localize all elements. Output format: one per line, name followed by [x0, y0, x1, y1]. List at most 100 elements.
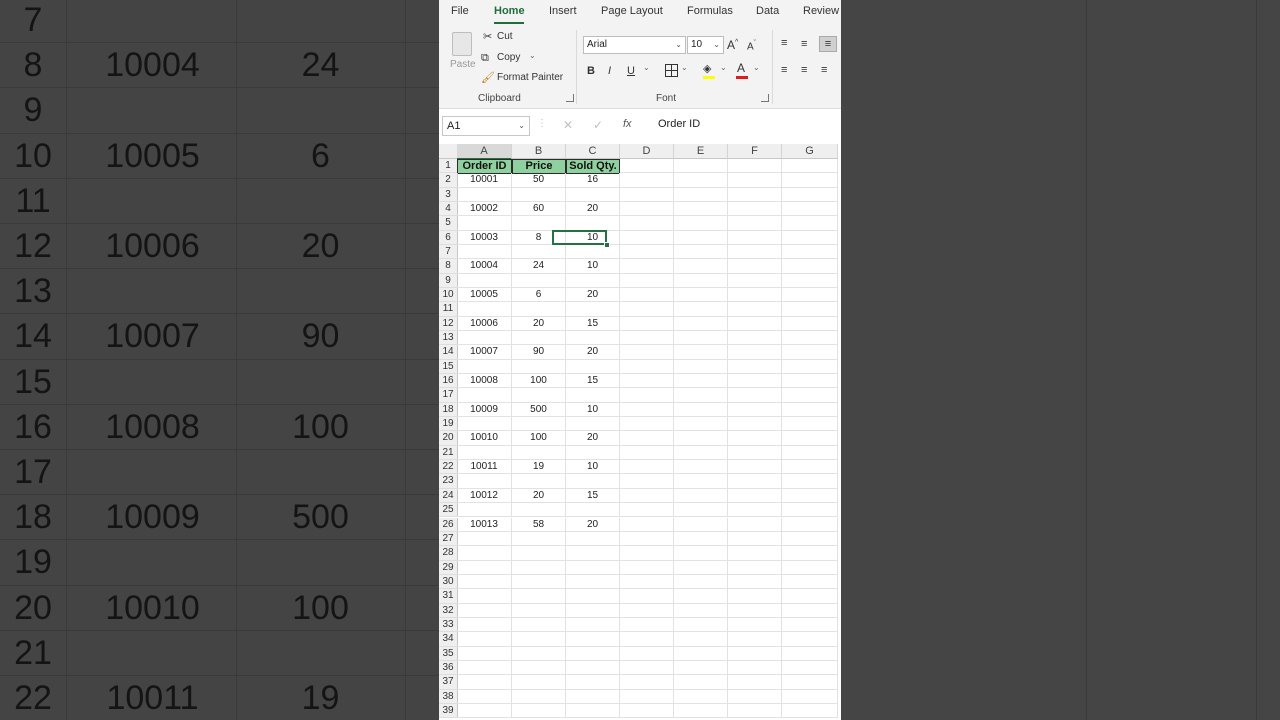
cell[interactable]: [566, 331, 620, 346]
cell[interactable]: 10: [566, 259, 620, 274]
align-bottom-icon[interactable]: ≡: [819, 36, 837, 52]
cell[interactable]: [620, 560, 674, 575]
font-size-select[interactable]: 10 ⌄: [687, 36, 724, 54]
cell[interactable]: [782, 660, 838, 676]
font-name-select[interactable]: Arial ⌄: [583, 36, 686, 54]
cell[interactable]: [512, 531, 566, 547]
cell[interactable]: [566, 589, 620, 604]
cell[interactable]: 90: [512, 345, 566, 360]
cell[interactable]: [457, 632, 512, 647]
cell[interactable]: [566, 187, 620, 202]
clipboard-launcher-icon[interactable]: [566, 94, 574, 102]
cell[interactable]: [728, 216, 782, 231]
copy-dropdown-icon[interactable]: ⌄: [529, 51, 536, 60]
cell[interactable]: [566, 703, 620, 719]
cell[interactable]: [728, 460, 782, 475]
cell[interactable]: 10012: [457, 488, 512, 504]
cell[interactable]: 20: [566, 431, 620, 446]
cell[interactable]: [566, 660, 620, 676]
cell[interactable]: [674, 159, 728, 174]
underline-dropdown-icon[interactable]: ⌄: [643, 63, 650, 72]
cell[interactable]: [782, 288, 838, 303]
cell[interactable]: [620, 173, 674, 188]
row-header[interactable]: 28: [439, 546, 458, 561]
cell[interactable]: [674, 574, 728, 590]
font-color-dropdown-icon[interactable]: ⌄: [753, 63, 760, 72]
cell[interactable]: [782, 675, 838, 690]
cell[interactable]: [782, 259, 838, 274]
cell[interactable]: [512, 187, 566, 202]
cell[interactable]: [728, 388, 782, 403]
cell[interactable]: 10013: [457, 517, 512, 532]
row-header[interactable]: 5: [439, 216, 458, 231]
cell[interactable]: 10: [566, 402, 620, 418]
cell[interactable]: [457, 503, 512, 518]
cell[interactable]: 10006: [457, 316, 512, 332]
borders-dropdown-icon[interactable]: ⌄: [681, 63, 688, 72]
cell[interactable]: [457, 660, 512, 676]
row-header[interactable]: 24: [439, 488, 458, 504]
cell[interactable]: [620, 345, 674, 360]
cell[interactable]: [782, 531, 838, 547]
cell[interactable]: [620, 302, 674, 317]
cell[interactable]: [457, 245, 512, 260]
cell[interactable]: [620, 187, 674, 202]
cell[interactable]: [457, 273, 512, 289]
cell[interactable]: [674, 646, 728, 661]
cell[interactable]: [620, 689, 674, 704]
cell[interactable]: [457, 603, 512, 618]
cell[interactable]: [620, 675, 674, 690]
row-header[interactable]: 1: [439, 159, 458, 174]
cell[interactable]: [782, 187, 838, 202]
cell[interactable]: [566, 603, 620, 618]
cell[interactable]: [674, 445, 728, 461]
cell[interactable]: [512, 617, 566, 633]
cell[interactable]: [728, 546, 782, 561]
cell[interactable]: [728, 417, 782, 432]
cell[interactable]: [512, 646, 566, 661]
row-header[interactable]: 4: [439, 202, 458, 217]
cell[interactable]: 100: [512, 431, 566, 446]
column-header-d[interactable]: D: [620, 144, 674, 159]
cell[interactable]: [728, 259, 782, 274]
tab-review[interactable]: Review: [803, 5, 839, 17]
row-header[interactable]: 30: [439, 574, 458, 590]
cell[interactable]: [782, 589, 838, 604]
cell[interactable]: [566, 546, 620, 561]
cell[interactable]: 24: [512, 259, 566, 274]
cell[interactable]: [782, 474, 838, 489]
cell[interactable]: [674, 359, 728, 375]
cell[interactable]: [620, 503, 674, 518]
cell[interactable]: [566, 474, 620, 489]
format-painter-button[interactable]: Format Painter: [497, 72, 563, 83]
underline-button[interactable]: U: [627, 64, 635, 78]
cell[interactable]: 500: [512, 402, 566, 418]
cell[interactable]: 20: [566, 345, 620, 360]
cell[interactable]: 10004: [457, 259, 512, 274]
align-right-icon[interactable]: ≡: [821, 63, 827, 77]
cell[interactable]: [512, 675, 566, 690]
cell[interactable]: [782, 603, 838, 618]
row-header[interactable]: 37: [439, 675, 458, 690]
cell[interactable]: 20: [566, 202, 620, 217]
row-header[interactable]: 22: [439, 460, 458, 475]
cell[interactable]: [512, 574, 566, 590]
cell[interactable]: [674, 546, 728, 561]
tab-file[interactable]: File: [451, 5, 469, 17]
cell[interactable]: [512, 560, 566, 575]
cell[interactable]: [620, 546, 674, 561]
cell[interactable]: [782, 560, 838, 575]
row-header[interactable]: 16: [439, 374, 458, 389]
cell[interactable]: [728, 689, 782, 704]
cell[interactable]: [512, 589, 566, 604]
cell[interactable]: [620, 445, 674, 461]
cell[interactable]: [620, 388, 674, 403]
cell[interactable]: [674, 259, 728, 274]
cell[interactable]: [782, 273, 838, 289]
cell[interactable]: 50: [512, 173, 566, 188]
cell[interactable]: [512, 331, 566, 346]
increase-font-icon[interactable]: A^: [727, 36, 738, 52]
row-header[interactable]: 34: [439, 632, 458, 647]
cell[interactable]: 15: [566, 374, 620, 389]
cell[interactable]: [674, 374, 728, 389]
